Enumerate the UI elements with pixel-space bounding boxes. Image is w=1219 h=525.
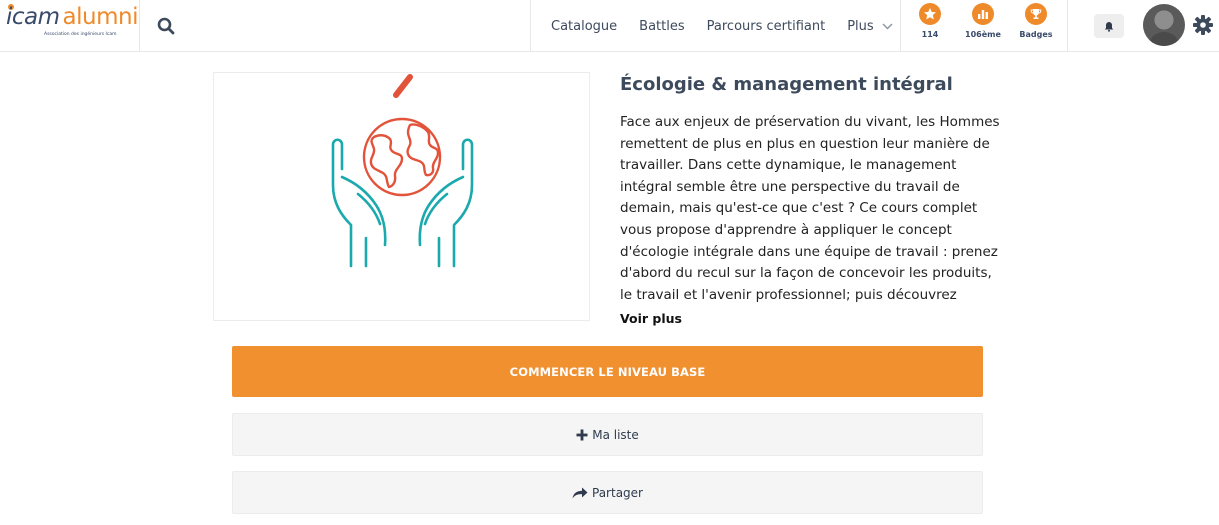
- nav-item-battles[interactable]: Battles: [639, 19, 684, 34]
- search-icon: [157, 17, 175, 35]
- earth-in-hands-illustration: [331, 74, 474, 268]
- share-arrow-icon: [572, 487, 588, 499]
- share-button[interactable]: Partager: [232, 471, 983, 514]
- ranking-icon: [972, 3, 994, 25]
- chevron-down-icon: [882, 23, 893, 29]
- nav-item-plus[interactable]: Plus: [847, 18, 893, 34]
- main-nav: Catalogue Battles Parcours certifiant Pl…: [530, 0, 915, 52]
- nav-item-parcours-certifiant[interactable]: Parcours certifiant: [707, 19, 826, 34]
- user-stats: 114 106ème Badges: [900, 0, 1068, 52]
- stat-badges[interactable]: Badges: [1016, 3, 1056, 39]
- nav-item-plus-label: Plus: [847, 18, 874, 34]
- course-illustration: [213, 72, 590, 321]
- nav-item-catalogue[interactable]: Catalogue: [551, 19, 617, 34]
- top-navigation-bar: icam alumni Association des ingénieurs Ic…: [0, 0, 1219, 52]
- share-label: Partager: [592, 485, 643, 500]
- bell-icon: [1104, 21, 1114, 32]
- course-description: Face aux enjeux de préservation du vivan…: [620, 114, 1000, 303]
- course-title: Écologie & management intégral: [620, 74, 953, 95]
- stat-ranking[interactable]: 106ème: [963, 3, 1003, 39]
- see-more-link[interactable]: Voir plus: [620, 311, 682, 326]
- add-to-my-list-label: Ma liste: [592, 427, 639, 442]
- search-button[interactable]: [140, 0, 192, 52]
- add-to-my-list-button[interactable]: Ma liste: [232, 413, 983, 456]
- star-icon: [919, 3, 941, 25]
- stat-points[interactable]: 114: [910, 3, 950, 39]
- plus-icon: [576, 429, 588, 441]
- logo-wordmark: icam alumni: [6, 4, 138, 30]
- settings-button[interactable]: [1192, 14, 1214, 40]
- notifications-button[interactable]: [1094, 14, 1124, 38]
- logo-tagline: Association des ingénieurs Icam: [44, 32, 117, 37]
- avatar[interactable]: [1143, 4, 1185, 46]
- logo[interactable]: icam alumni Association des ingénieurs Ic…: [0, 0, 140, 52]
- start-level-button[interactable]: COMMENCER LE NIVEAU BASE: [232, 346, 983, 397]
- gear-icon: [1193, 15, 1213, 35]
- trophy-icon: [1025, 3, 1047, 25]
